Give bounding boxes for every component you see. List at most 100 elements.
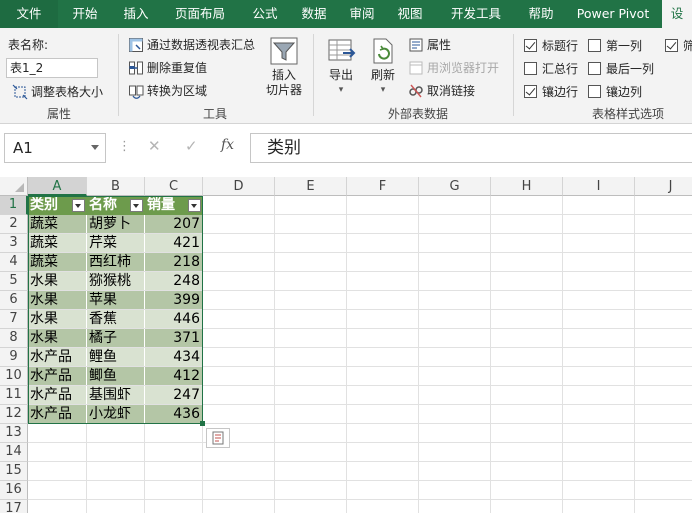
column-header-e[interactable]: E <box>275 177 347 196</box>
column-header-a[interactable]: A <box>28 177 87 196</box>
filter-button-checkbox[interactable]: 筛 <box>665 37 692 54</box>
column-header-h[interactable]: H <box>491 177 563 196</box>
table-cell[interactable]: 水果 <box>28 272 87 290</box>
table-cell[interactable]: 412 <box>145 367 203 385</box>
table-cell[interactable]: 香蕉 <box>87 310 145 328</box>
column-header-f[interactable]: F <box>347 177 419 196</box>
ribbon-tab-7[interactable]: 视图 <box>386 0 434 28</box>
column-header-d[interactable]: D <box>203 177 275 196</box>
column-header-g[interactable]: G <box>419 177 491 196</box>
formula-input[interactable]: 类别 <box>250 133 692 163</box>
table-cell[interactable]: 猕猴桃 <box>87 272 145 290</box>
more-options-icon[interactable]: ⋮ <box>118 139 131 154</box>
table-cell[interactable]: 基围虾 <box>87 386 145 404</box>
column-header-c[interactable]: C <box>145 177 203 196</box>
name-box[interactable]: A1 <box>4 133 106 163</box>
column-header-b[interactable]: B <box>87 177 145 196</box>
ribbon-tab-3[interactable]: 页面布局 <box>160 0 240 28</box>
convert-to-range-button[interactable]: 转换为区域 <box>128 82 207 99</box>
row-header-1[interactable]: 1 <box>0 196 28 215</box>
table-cell[interactable]: 水果 <box>28 291 87 309</box>
open-in-browser-button[interactable]: 用浏览器打开 <box>408 59 499 76</box>
row-header-3[interactable]: 3 <box>0 234 28 253</box>
row-header-8[interactable]: 8 <box>0 329 28 348</box>
table-cell[interactable]: 水产品 <box>28 367 87 385</box>
table-resize-handle[interactable] <box>200 421 205 426</box>
column-header-j[interactable]: J <box>635 177 692 196</box>
ribbon-tab-1[interactable]: 开始 <box>58 0 112 28</box>
unlink-button[interactable]: 取消链接 <box>408 82 475 99</box>
table-cell[interactable]: 小龙虾 <box>87 405 145 423</box>
header-row-checkbox[interactable]: 标题行 <box>524 37 578 54</box>
table-cell[interactable]: 421 <box>145 234 203 252</box>
quick-analysis-button[interactable] <box>206 428 230 448</box>
banded-columns-checkbox[interactable]: 镶边列 <box>588 83 642 100</box>
table-cell[interactable]: 218 <box>145 253 203 271</box>
row-header-4[interactable]: 4 <box>0 253 28 272</box>
table-cell[interactable]: 蔬菜 <box>28 234 87 252</box>
table-cell[interactable]: 434 <box>145 348 203 366</box>
enter-icon[interactable]: ✓ <box>185 137 198 155</box>
external-properties-button[interactable]: 属性 <box>408 36 451 53</box>
ribbon-tab-2[interactable]: 插入 <box>112 0 160 28</box>
table-cell[interactable]: 371 <box>145 329 203 347</box>
ribbon-tab-6[interactable]: 审阅 <box>338 0 386 28</box>
ribbon-tab-10[interactable]: Power Pivot <box>564 0 662 28</box>
row-header-6[interactable]: 6 <box>0 291 28 310</box>
cancel-icon[interactable]: ✕ <box>148 137 161 155</box>
table-cell[interactable]: 蔬菜 <box>28 215 87 233</box>
table-cell[interactable]: 橘子 <box>87 329 145 347</box>
ribbon-tab-8[interactable]: 开发工具 <box>434 0 518 28</box>
resize-table-button[interactable]: 调整表格大小 <box>12 83 103 100</box>
column-header-i[interactable]: I <box>563 177 635 196</box>
row-header-7[interactable]: 7 <box>0 310 28 329</box>
row-header-11[interactable]: 11 <box>0 386 28 405</box>
ribbon-tab-5[interactable]: 数据 <box>290 0 338 28</box>
table-cell[interactable]: 蔬菜 <box>28 253 87 271</box>
table-cell[interactable]: 西红柿 <box>87 253 145 271</box>
summarize-pivot-button[interactable]: 通过数据透视表汇总 <box>128 36 255 53</box>
first-column-checkbox[interactable]: 第一列 <box>588 37 642 54</box>
table-cell[interactable]: 水产品 <box>28 405 87 423</box>
row-header-16[interactable]: 16 <box>0 481 28 500</box>
table-cell[interactable]: 399 <box>145 291 203 309</box>
remove-duplicates-button[interactable]: 删除重复值 <box>128 59 207 76</box>
insert-function-icon[interactable]: fx <box>221 137 234 153</box>
row-header-17[interactable]: 17 <box>0 500 28 513</box>
select-all-corner[interactable] <box>0 177 28 196</box>
table-cell[interactable]: 胡萝卜 <box>87 215 145 233</box>
ribbon-tab-11[interactable]: 设 <box>662 0 692 28</box>
row-header-15[interactable]: 15 <box>0 462 28 481</box>
worksheet-grid[interactable]: A B C D E F G H I J 1 2 3 4 5 6 7 8 9 10 11 12 13 14 15 16 17 类别 名称销… <box>0 174 692 513</box>
table-cell[interactable]: 446 <box>145 310 203 328</box>
row-header-13[interactable]: 13 <box>0 424 28 443</box>
table-cell[interactable]: 207 <box>145 215 203 233</box>
export-button[interactable]: 导出 ▾ <box>322 36 360 98</box>
row-header-10[interactable]: 10 <box>0 367 28 386</box>
filter-dropdown-icon[interactable] <box>72 199 85 212</box>
table-cell[interactable]: 水果 <box>28 310 87 328</box>
row-header-5[interactable]: 5 <box>0 272 28 291</box>
table-cell[interactable]: 248 <box>145 272 203 290</box>
table-cell[interactable]: 鲤鱼 <box>87 348 145 366</box>
filter-dropdown-icon[interactable] <box>188 199 201 212</box>
filter-dropdown-icon[interactable] <box>130 199 143 212</box>
total-row-checkbox[interactable]: 汇总行 <box>524 60 578 77</box>
table-cell[interactable]: 水产品 <box>28 386 87 404</box>
last-column-checkbox[interactable]: 最后一列 <box>588 60 654 77</box>
table-cell[interactable]: 水果 <box>28 329 87 347</box>
row-header-9[interactable]: 9 <box>0 348 28 367</box>
table-cell[interactable]: 苹果 <box>87 291 145 309</box>
row-header-2[interactable]: 2 <box>0 215 28 234</box>
table-cell[interactable]: 鲫鱼 <box>87 367 145 385</box>
banded-rows-checkbox[interactable]: 镶边行 <box>524 83 578 100</box>
table-name-input[interactable]: 表1_2 <box>6 58 98 78</box>
insert-slicer-button[interactable]: 插入 切片器 <box>262 36 306 98</box>
table-cell[interactable]: 芹菜 <box>87 234 145 252</box>
ribbon-tab-0[interactable]: 文件 <box>0 0 58 28</box>
row-header-14[interactable]: 14 <box>0 443 28 462</box>
table-cell[interactable]: 436 <box>145 405 203 423</box>
table-cell[interactable]: 247 <box>145 386 203 404</box>
table-cell[interactable]: 水产品 <box>28 348 87 366</box>
ribbon-tab-4[interactable]: 公式 <box>240 0 290 28</box>
